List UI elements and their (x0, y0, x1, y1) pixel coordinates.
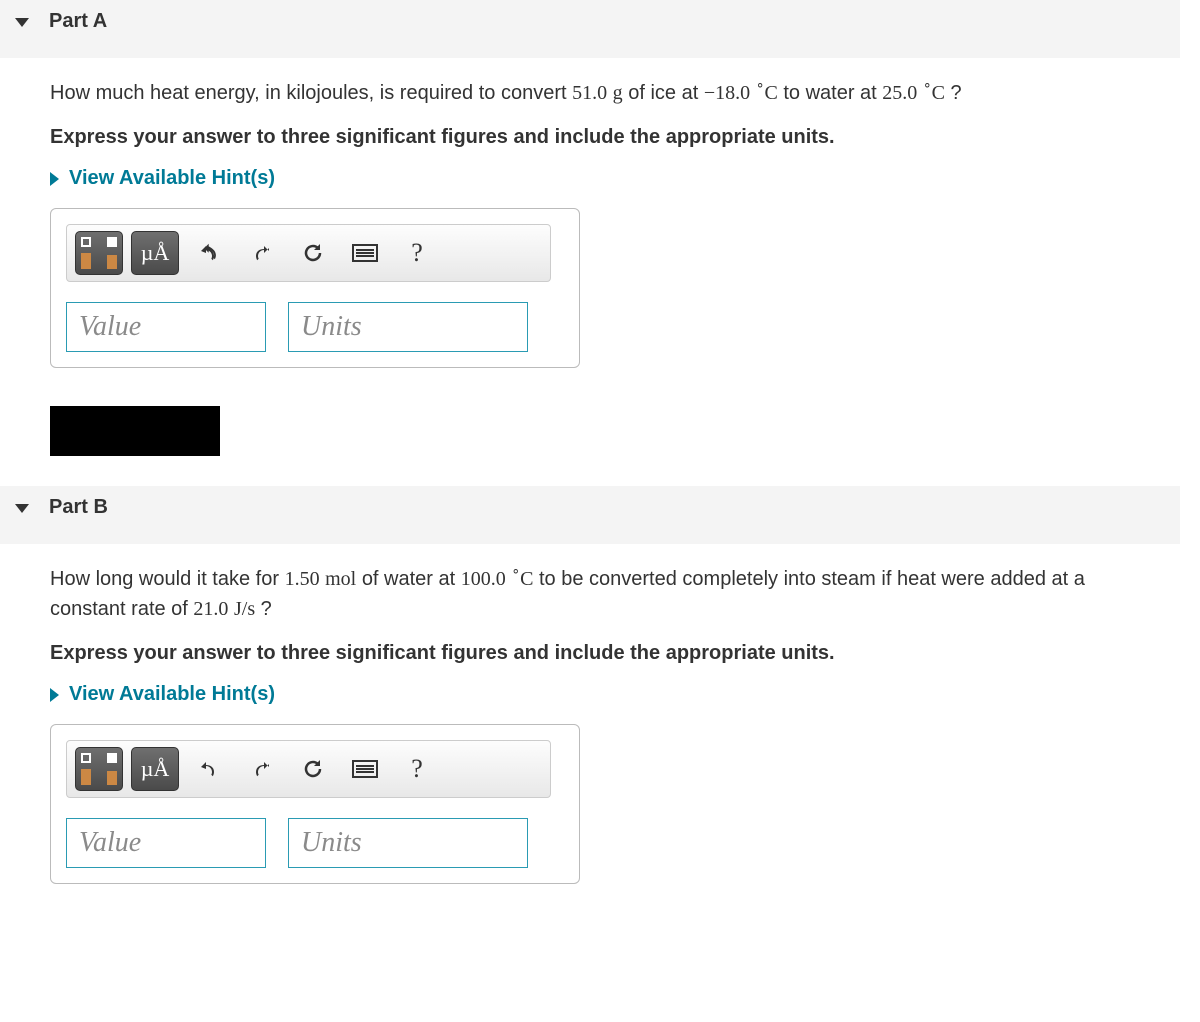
qA-t2-val: 25.0 (882, 82, 917, 104)
qA-mass-unit: g (613, 82, 623, 104)
caret-right-icon (50, 172, 59, 186)
units-input[interactable]: Units (288, 302, 528, 352)
value-placeholder: Value (79, 827, 141, 859)
undo-icon (197, 757, 221, 781)
redacted-box (50, 406, 220, 456)
qB-text1: How long would it take for (50, 568, 285, 590)
qA-c2: C (932, 82, 945, 104)
part-a-section: Part A How much heat energy, in kilojoul… (0, 0, 1180, 456)
qA-deg1: ∘ (756, 78, 765, 93)
part-b-body: How long would it take for 1.50 mol of w… (0, 544, 1180, 904)
qA-text3: to water at (783, 82, 882, 104)
qA-t1-val: 18.0 (715, 82, 750, 104)
reset-button[interactable] (291, 231, 335, 275)
part-b-section: Part B How long would it take for 1.50 m… (0, 486, 1180, 904)
qB-rate-val: 21.0 (193, 598, 228, 620)
caret-right-icon (50, 688, 59, 702)
hints-label-b: View Available Hint(s) (69, 683, 275, 706)
reset-button[interactable] (291, 747, 335, 791)
qA-text1: How much heat energy, in kilojoules, is … (50, 82, 572, 104)
value-input[interactable]: Value (66, 302, 266, 352)
caret-down-icon (15, 18, 29, 27)
special-char-button[interactable]: µÅ (131, 231, 179, 275)
qB-deg: ∘ (511, 564, 520, 579)
qB-t-val: 100.0 (461, 568, 506, 590)
help-button[interactable]: ? (395, 747, 439, 791)
part-b-answer-box: µÅ ? Value Units (50, 724, 580, 884)
help-icon: ? (411, 754, 423, 784)
part-a-body: How much heat energy, in kilojoules, is … (0, 58, 1180, 388)
qA-deg2: ∘ (923, 78, 932, 93)
undo-button[interactable] (187, 231, 231, 275)
value-input[interactable]: Value (66, 818, 266, 868)
part-b-hints-toggle[interactable]: View Available Hint(s) (50, 683, 275, 706)
special-char-button[interactable]: µÅ (131, 747, 179, 791)
units-placeholder: Units (301, 311, 362, 343)
reset-icon (301, 757, 325, 781)
units-input[interactable]: Units (288, 818, 528, 868)
template-button[interactable] (75, 231, 123, 275)
part-b-inputs: Value Units (66, 818, 564, 868)
part-a-instruction: Express your answer to three significant… (50, 126, 1130, 149)
value-placeholder: Value (79, 311, 141, 343)
qB-mol-val: 1.50 (285, 568, 320, 590)
part-b-title: Part B (49, 496, 108, 519)
qA-c1: C (764, 82, 777, 104)
part-a-answer-box: µÅ ? Value Units (50, 208, 580, 368)
keyboard-icon (352, 760, 378, 778)
qA-mass: 51.0 (572, 82, 607, 104)
undo-button[interactable] (187, 747, 231, 791)
caret-down-icon (15, 504, 29, 513)
part-a-inputs: Value Units (66, 302, 564, 352)
redo-button[interactable] (239, 747, 283, 791)
part-a-hints-toggle[interactable]: View Available Hint(s) (50, 167, 275, 190)
special-char-label: µÅ (141, 240, 170, 266)
part-a-toolbar: µÅ ? (66, 224, 551, 282)
qB-mol-unit: mol (325, 568, 356, 590)
help-button[interactable]: ? (395, 231, 439, 275)
qA-qmark: ? (951, 82, 962, 104)
template-button[interactable] (75, 747, 123, 791)
redo-icon (249, 241, 273, 265)
template-icon (81, 237, 117, 269)
part-a-header[interactable]: Part A (0, 0, 1180, 58)
qA-text2: of ice at (628, 82, 704, 104)
special-char-label: µÅ (141, 756, 170, 782)
qB-c: C (520, 568, 533, 590)
part-b-header[interactable]: Part B (0, 486, 1180, 544)
reset-icon (301, 241, 325, 265)
redo-icon (249, 757, 273, 781)
part-b-instruction: Express your answer to three significant… (50, 642, 1130, 665)
qB-rate-unit: J/s (234, 598, 255, 620)
keyboard-icon (352, 244, 378, 262)
qA-t1-sign: − (704, 82, 715, 104)
units-placeholder: Units (301, 827, 362, 859)
hints-label-a: View Available Hint(s) (69, 167, 275, 190)
part-b-toolbar: µÅ ? (66, 740, 551, 798)
qB-qmark: ? (261, 598, 272, 620)
template-icon (81, 753, 117, 785)
qB-text2: of water at (362, 568, 461, 590)
redo-button[interactable] (239, 231, 283, 275)
keyboard-button[interactable] (343, 747, 387, 791)
undo-icon (197, 241, 221, 265)
part-a-title: Part A (49, 10, 107, 33)
help-icon: ? (411, 238, 423, 268)
part-a-question: How much heat energy, in kilojoules, is … (50, 78, 1130, 108)
keyboard-button[interactable] (343, 231, 387, 275)
part-b-question: How long would it take for 1.50 mol of w… (50, 564, 1130, 624)
